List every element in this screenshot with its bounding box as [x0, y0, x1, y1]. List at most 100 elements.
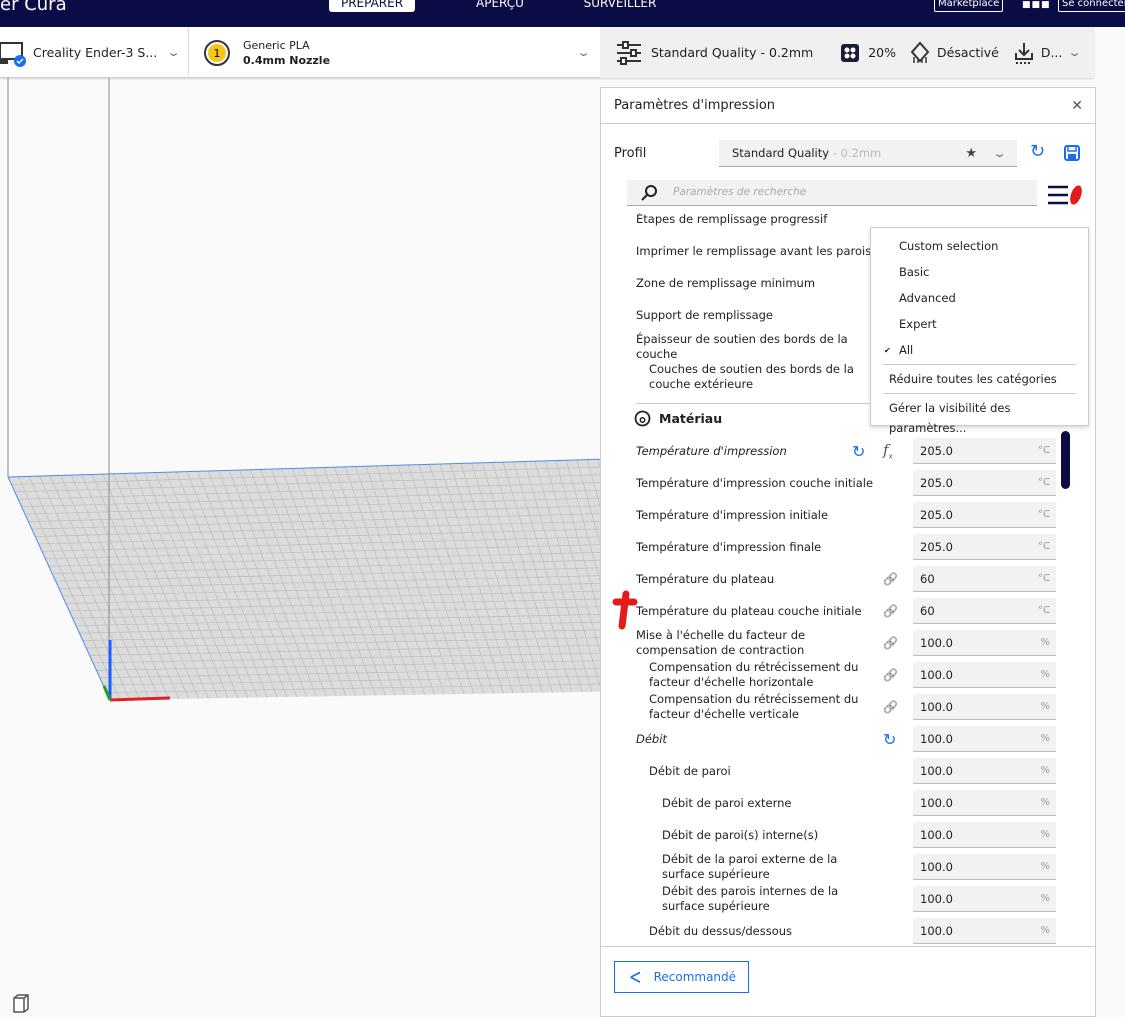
- setting-row[interactable]: Température d'impression finale 205.0 °C: [636, 531, 1056, 563]
- setting-row[interactable]: Débit de paroi externe 100.0%: [636, 787, 1056, 819]
- setting-row[interactable]: Débit de paroi(s) interne(s) 100.0%: [636, 819, 1056, 851]
- view-cube-icon[interactable]: [10, 992, 32, 1014]
- reset-icon[interactable]: ↻: [883, 730, 896, 749]
- setting-unit: °C: [1038, 605, 1050, 616]
- setting-value-input[interactable]: 205.0 °C: [913, 534, 1056, 560]
- recommended-button[interactable]: < Recommandé: [614, 961, 749, 993]
- setting-row[interactable]: Température d'impression couche initiale…: [636, 467, 1056, 499]
- tab-preview[interactable]: APERÇU: [460, 0, 540, 12]
- setting-value: 60: [920, 603, 935, 618]
- visibility-option[interactable]: All: [899, 340, 913, 360]
- setting-unit: %: [1040, 797, 1050, 808]
- setting-value-input[interactable]: 100.0%: [913, 822, 1056, 848]
- visibility-option[interactable]: Custom selection: [899, 236, 998, 256]
- setting-label: Température du plateau couche initiale: [636, 603, 862, 618]
- settings-visibility-menu-icon[interactable]: [1046, 183, 1086, 209]
- setting-value-input[interactable]: 100.0%: [913, 758, 1056, 784]
- save-icon[interactable]: [1064, 145, 1080, 161]
- setting-value-input[interactable]: 205.0 °C: [913, 502, 1056, 528]
- setting-label: Débit de paroi: [649, 763, 731, 778]
- visibility-option[interactable]: Expert: [899, 314, 937, 334]
- marketplace-button[interactable]: Marketplace: [934, 0, 1004, 12]
- printer-selector[interactable]: Creality Ender-3 S... ⌄: [0, 27, 189, 78]
- apps-grid-icon[interactable]: ■■■: [1022, 0, 1050, 10]
- printer-name: Creality Ender-3 S...: [33, 45, 158, 60]
- reset-profile-icon[interactable]: ↻: [1030, 141, 1045, 162]
- setting-row[interactable]: Débit du dessus/dessous 100.0%: [636, 915, 1056, 947]
- print-settings-selector[interactable]: Standard Quality - 0.2mm 20% Désactivé D…: [600, 27, 1094, 78]
- setting-row[interactable]: Mise à l'échelle du facteur de compensat…: [636, 627, 1056, 659]
- category-material[interactable]: Matériau: [634, 410, 722, 427]
- setting-value-input[interactable]: 100.0%: [913, 694, 1056, 720]
- setting-row[interactable]: Débit des parois internes de la surface …: [636, 883, 1056, 915]
- profile-label: Profil: [614, 146, 647, 161]
- link-icon[interactable]: 🔗: [883, 572, 898, 586]
- link-icon[interactable]: 🔗: [883, 636, 898, 650]
- material-selector[interactable]: 1 Generic PLA 0.4mm Nozzle ⌄: [190, 27, 600, 78]
- manage-visibility[interactable]: Gérer la visibilité des paramètres...: [889, 398, 1088, 435]
- setting-unit: %: [1040, 765, 1050, 776]
- setting-value-input[interactable]: 100.0%: [913, 630, 1056, 656]
- setting-unit: °C: [1038, 445, 1050, 456]
- function-icon[interactable]: fx: [883, 441, 893, 460]
- sign-in-button[interactable]: Se connecter: [1058, 0, 1125, 12]
- scrollbar[interactable]: [1061, 431, 1070, 489]
- visibility-option[interactable]: Advanced: [899, 288, 956, 308]
- setting-value-input[interactable]: 100.0%: [913, 790, 1056, 816]
- setting-value-input[interactable]: 205.0 °C: [913, 438, 1056, 464]
- setting-value-input[interactable]: 100.0%: [913, 854, 1056, 880]
- 3d-viewport[interactable]: [0, 78, 700, 1014]
- build-plate: [7, 78, 700, 702]
- setting-value-input[interactable]: 60 °C: [913, 598, 1056, 624]
- setting-value: 100.0: [920, 795, 953, 810]
- setting-value-input[interactable]: 100.0%: [913, 726, 1056, 752]
- reset-icon[interactable]: ↻: [852, 442, 865, 461]
- setting-value-input[interactable]: 205.0 °C: [913, 470, 1056, 496]
- profile-value: Standard Quality: [732, 146, 830, 160]
- setting-value: 100.0: [920, 763, 953, 778]
- tab-prepare[interactable]: PRÉPARER: [329, 0, 415, 12]
- setting-unit: %: [1040, 925, 1050, 936]
- visibility-option[interactable]: Basic: [899, 262, 929, 282]
- close-icon[interactable]: ✕: [1071, 98, 1083, 114]
- setting-row[interactable]: Température d'impression initiale 205.0 °C: [636, 499, 1056, 531]
- setting-label: Température d'impression initiale: [636, 507, 829, 522]
- setting-unit: °C: [1038, 509, 1050, 520]
- setting-label: Zone de remplissage minimum: [636, 275, 816, 290]
- setting-row[interactable]: Température d'impression ↻ fx 205.0 °C: [636, 435, 1056, 467]
- star-icon[interactable]: ★: [965, 146, 977, 161]
- setting-row[interactable]: Débit de paroi 100.0%: [636, 755, 1056, 787]
- setting-row[interactable]: Température du plateau couche initiale 🔗 6…: [636, 595, 1056, 627]
- setting-row[interactable]: Compensation du rétrécissement du facteu…: [636, 691, 1056, 723]
- setting-value-input[interactable]: 100.0%: [913, 918, 1056, 944]
- settings-search-input[interactable]: Paramètres de recherche: [627, 180, 1037, 206]
- setting-row[interactable]: Compensation du rétrécissement du facteu…: [636, 659, 1056, 691]
- profile-dropdown[interactable]: Standard Quality - 0.2mm ★ ⌄: [719, 140, 1017, 167]
- setting-value-input[interactable]: 100.0%: [913, 886, 1056, 912]
- collapse-all-categories[interactable]: Réduire toutes les catégories: [889, 369, 1057, 389]
- setting-unit: %: [1040, 733, 1050, 744]
- setting-row[interactable]: Température du plateau 🔗 60 °C: [636, 563, 1056, 595]
- setting-value-input[interactable]: 100.0%: [913, 662, 1056, 688]
- setting-value-input[interactable]: 60 °C: [913, 566, 1056, 592]
- tab-monitor[interactable]: SURVEILLER: [575, 0, 665, 12]
- setting-unit: °C: [1038, 573, 1050, 584]
- setting-row[interactable]: Débit de la paroi externe de la surface …: [636, 851, 1056, 883]
- setting-value: 100.0: [920, 827, 953, 842]
- setting-value: 100.0: [920, 731, 953, 746]
- setting-row[interactable]: Débit ↻ 100.0%: [636, 723, 1056, 755]
- setting-label: Imprimer le remplissage avant les parois: [636, 243, 872, 258]
- infill-icon: [841, 43, 860, 62]
- chevron-down-icon: ⌄: [992, 146, 1007, 160]
- setting-unit: %: [1040, 669, 1050, 680]
- adhesion-icon: [1014, 42, 1033, 64]
- link-icon[interactable]: 🔗: [883, 700, 898, 714]
- link-icon[interactable]: 🔗: [883, 668, 898, 682]
- app-title: er Cura: [0, 0, 67, 15]
- panel-footer: < Recommandé: [601, 946, 1095, 1016]
- setting-value: 100.0: [920, 699, 953, 714]
- setting-label: Compensation du rétrécissement du facteu…: [649, 692, 859, 721]
- setting-label: Étapes de remplissage progressif: [636, 213, 828, 226]
- setting-label: Mise à l'échelle du facteur de compensat…: [636, 628, 806, 657]
- link-icon[interactable]: 🔗: [883, 604, 898, 618]
